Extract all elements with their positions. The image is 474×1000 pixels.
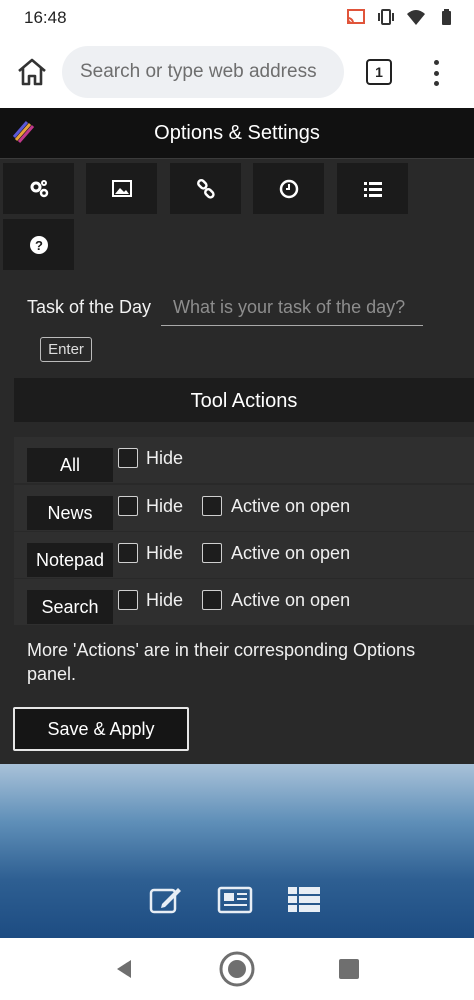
action-name: Notepad bbox=[27, 543, 113, 577]
menu-dot bbox=[433, 70, 439, 76]
bottom-tools bbox=[0, 884, 474, 918]
svg-text:?: ? bbox=[35, 238, 43, 253]
task-enter-button[interactable]: Enter bbox=[40, 337, 92, 362]
action-name: News bbox=[27, 496, 113, 530]
tab-clock[interactable] bbox=[253, 163, 324, 214]
hide-label: Hide bbox=[146, 496, 184, 516]
news-icon[interactable] bbox=[217, 884, 253, 916]
status-icons bbox=[346, 8, 456, 26]
save-apply-button[interactable]: Save & Apply bbox=[13, 707, 189, 751]
status-time: 16:48 bbox=[24, 8, 67, 27]
link-icon bbox=[196, 178, 215, 199]
action-row-all: All Hide bbox=[14, 437, 474, 483]
tool-actions-title: Tool Actions bbox=[190, 390, 298, 412]
options-panel: Options & Settings ? Task of the Day Ent… bbox=[0, 108, 474, 764]
hide-checkbox[interactable] bbox=[118, 543, 138, 563]
tab-general[interactable] bbox=[3, 163, 74, 214]
action-name: Search bbox=[27, 590, 113, 624]
action-row-notepad: Notepad Hide Active on open bbox=[14, 532, 474, 578]
active-on-open-label: Active on open bbox=[231, 590, 351, 610]
hide-label: Hide bbox=[146, 543, 184, 563]
address-input[interactable] bbox=[62, 46, 344, 98]
notepad-icon[interactable] bbox=[148, 884, 184, 916]
back-icon[interactable] bbox=[113, 958, 135, 980]
vibrate-icon bbox=[378, 9, 394, 25]
battery-icon bbox=[442, 9, 451, 25]
action-name: All bbox=[27, 448, 113, 482]
system-nav-bar bbox=[0, 938, 474, 1000]
address-bar[interactable] bbox=[62, 46, 344, 98]
browser-menu-button[interactable] bbox=[426, 58, 446, 88]
menu-dot bbox=[433, 60, 439, 65]
menu-dot bbox=[433, 81, 439, 86]
tab-switcher-button[interactable]: 1 bbox=[366, 59, 392, 85]
browser-toolbar: 1 bbox=[0, 36, 474, 108]
list-icon bbox=[363, 181, 382, 197]
active-on-open-checkbox[interactable] bbox=[202, 543, 222, 563]
clock-icon bbox=[279, 179, 298, 198]
active-on-open-checkbox[interactable] bbox=[202, 496, 222, 516]
task-input[interactable] bbox=[161, 290, 423, 326]
tab-tools[interactable] bbox=[337, 163, 408, 214]
home-icon[interactable] bbox=[14, 54, 50, 90]
tab-links[interactable] bbox=[170, 163, 241, 214]
list-view-icon[interactable] bbox=[286, 884, 322, 916]
task-label: Task of the Day bbox=[27, 297, 152, 317]
hide-label: Hide bbox=[146, 590, 184, 610]
hide-checkbox[interactable] bbox=[118, 496, 138, 516]
action-row-news: News Hide Active on open bbox=[14, 485, 474, 531]
actions-note: More 'Actions' are in their correspondin… bbox=[27, 640, 416, 684]
hide-checkbox[interactable] bbox=[118, 590, 138, 610]
cast-icon bbox=[347, 9, 365, 24]
active-on-open-label: Active on open bbox=[231, 543, 351, 563]
help-icon: ? bbox=[29, 235, 48, 254]
wifi-icon bbox=[407, 10, 425, 25]
action-row-search: Search Hide Active on open bbox=[14, 579, 474, 625]
active-on-open-label: Active on open bbox=[231, 496, 351, 516]
home-nav-icon[interactable] bbox=[218, 950, 256, 988]
status-bar: 16:48 bbox=[0, 0, 474, 36]
panel-header: Options & Settings bbox=[0, 108, 474, 159]
hide-label: Hide bbox=[146, 448, 184, 468]
tab-help[interactable]: ? bbox=[3, 219, 74, 270]
panel-title: Options & Settings bbox=[154, 122, 320, 144]
recent-apps-icon[interactable] bbox=[339, 959, 359, 979]
active-on-open-checkbox[interactable] bbox=[202, 590, 222, 610]
gears-icon bbox=[30, 179, 48, 197]
image-icon bbox=[111, 179, 132, 197]
tab-background[interactable] bbox=[86, 163, 157, 214]
hide-checkbox[interactable] bbox=[118, 448, 138, 468]
tool-actions-header: Tool Actions bbox=[14, 378, 474, 422]
